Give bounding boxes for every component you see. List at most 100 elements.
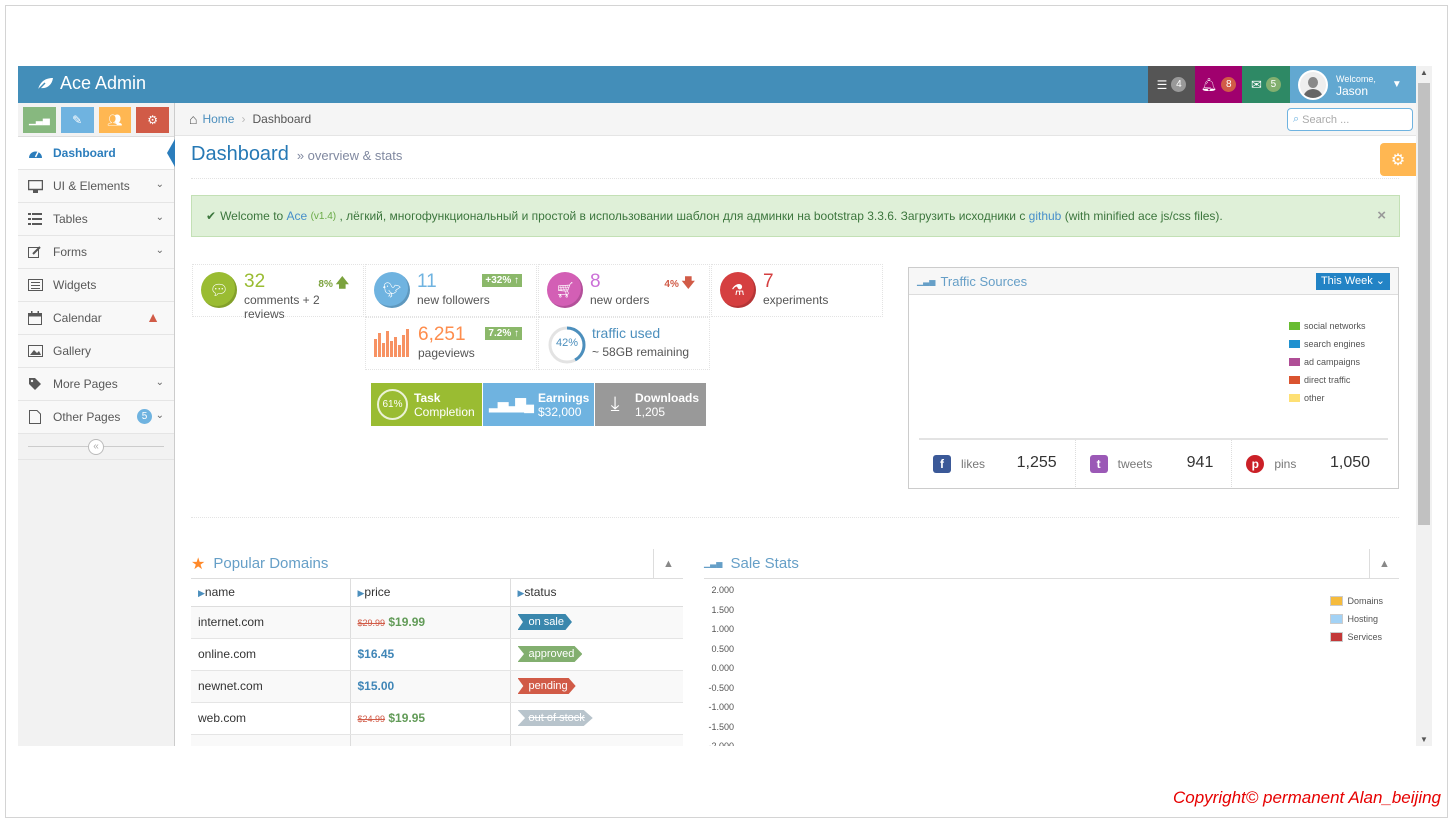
- shortcut-pencil-button[interactable]: ✎: [60, 107, 94, 133]
- sidebar-item-gallery[interactable]: Gallery: [18, 335, 174, 368]
- sidebar-item-label: Gallery: [53, 344, 92, 358]
- window-scrollbar[interactable]: ▲ ▼: [1416, 66, 1432, 746]
- check-icon: ✔: [206, 209, 217, 223]
- scroll-up-icon[interactable]: ▲: [1420, 68, 1428, 77]
- search-input[interactable]: ⌕ Search ...: [1287, 108, 1413, 131]
- traffic-remaining: ~ 58GB remaining: [592, 345, 690, 359]
- pencil-icon: ✎: [72, 113, 83, 127]
- column-header-price[interactable]: ▶price: [350, 579, 511, 607]
- task-progress-ring: 61%: [377, 389, 408, 420]
- legend-item: Hosting: [1330, 610, 1383, 628]
- period-dropdown[interactable]: This Week ⌄: [1315, 273, 1390, 290]
- domain-name: internet.com: [191, 606, 351, 639]
- sidebar-item-more-pages[interactable]: More Pages ⌄: [18, 368, 174, 401]
- pageviews-badge: 7.2% ↑: [485, 327, 522, 340]
- domain-name: newnet.com: [191, 670, 351, 703]
- envelope-icon: ✉: [1251, 76, 1262, 92]
- status-badge: pending: [517, 678, 576, 694]
- shopping-cart-icon: 🛒︎: [547, 272, 583, 308]
- alert-github-link[interactable]: github: [1029, 209, 1062, 223]
- infobox-followers: 🐦︎ 11 new followers +32% ↑: [365, 264, 537, 317]
- shortcut-cogs-button[interactable]: ⚙: [136, 107, 169, 133]
- legend-swatch: [1289, 394, 1300, 402]
- tile-earnings[interactable]: ▂▅▃▇▄ Earnings $32,000: [483, 383, 594, 426]
- breadcrumb: ⌂ Home › Dashboard ⌕ Search ...: [175, 103, 1416, 136]
- alert-text3: (with minified ace js/css files).: [1064, 209, 1223, 223]
- tasks-badge: 4: [1171, 77, 1187, 92]
- sidebar-item-forms[interactable]: Forms ⌄: [18, 236, 174, 269]
- search-placeholder: Search ...: [1302, 113, 1350, 126]
- followers-value: 11: [417, 271, 437, 292]
- orders-label: new orders: [590, 293, 650, 307]
- top-navbar: Ace Admin ☰ 4 🔔︎ 8 ✉ 5 Welcome, Jason ▼: [18, 66, 1416, 103]
- settings-toggle-button[interactable]: ⚙: [1380, 143, 1416, 176]
- domain-price: $15.00: [357, 679, 395, 693]
- domain-name: web.com: [191, 702, 351, 735]
- shortcut-signal-button[interactable]: ▁▃▅: [23, 107, 56, 133]
- breadcrumb-home-link[interactable]: Home: [202, 112, 234, 126]
- pageviews-label: pageviews: [418, 346, 475, 360]
- domain-name: online.com: [191, 638, 351, 671]
- collapse-widget-button[interactable]: ▲: [653, 549, 683, 579]
- domain-status-cell: approved: [510, 638, 683, 671]
- infobox-experiments: ⚗ 7 experiments: [711, 264, 883, 317]
- list-icon: [27, 211, 43, 227]
- table-row: web.com $24.99 $19.95 out of stock: [191, 702, 683, 735]
- messages-button[interactable]: ✉ 5: [1242, 66, 1290, 103]
- sidebar-item-ui-elements[interactable]: UI & Elements ⌄: [18, 170, 174, 203]
- column-header-label: price: [364, 585, 391, 600]
- pageviews-badge-text: 7.2%: [488, 328, 512, 339]
- notifications-button[interactable]: 🔔︎ 8: [1195, 66, 1242, 103]
- legend-item: search engines: [1289, 335, 1366, 353]
- brand[interactable]: Ace Admin: [36, 73, 146, 94]
- table-row: internet.com $29.99 $19.99 on sale: [191, 606, 683, 639]
- twitter-icon: 🐦︎: [374, 272, 410, 308]
- period-label: This Week: [1320, 275, 1373, 287]
- sidebar-item-calendar[interactable]: Calendar ▲: [18, 302, 174, 335]
- legend-label: other: [1304, 393, 1325, 403]
- tachometer-icon: [27, 145, 43, 161]
- domains-table: ▶name ▶price ▶status internet.com $29.99…: [191, 579, 683, 746]
- chevron-down-icon: ⌄: [155, 245, 164, 256]
- sparkline-icon: [374, 329, 409, 357]
- column-header-status[interactable]: ▶status: [510, 579, 683, 607]
- other-pages-badge: 5: [137, 409, 152, 424]
- sidebar-collapse-toggle[interactable]: «: [18, 434, 174, 460]
- tweets-label: tweets: [1117, 456, 1153, 471]
- sidebar-item-label: Tables: [53, 212, 88, 226]
- shortcut-users-button[interactable]: 👥︎: [98, 107, 132, 133]
- downloads-sub: 1,205: [635, 404, 666, 419]
- legend-label: ad campaigns: [1304, 357, 1361, 367]
- followers-badge-text: +32%: [485, 275, 512, 286]
- collapse-widget-button[interactable]: ▲: [1369, 549, 1399, 579]
- column-header-name[interactable]: ▶name: [191, 579, 351, 607]
- infobox-pageviews: 6,251 pageviews 7.2% ↑: [365, 317, 537, 370]
- task-title: Task: [414, 390, 441, 405]
- sidebar-item-tables[interactable]: Tables ⌄: [18, 203, 174, 236]
- sidebar-item-dashboard[interactable]: Dashboard: [18, 137, 175, 170]
- user-menu[interactable]: Welcome, Jason ▼: [1290, 66, 1416, 103]
- old-price: $24.99: [357, 714, 386, 724]
- tile-downloads[interactable]: ⤓ Downloads 1,205: [595, 383, 706, 426]
- sidebar-item-label: Calendar: [53, 311, 102, 325]
- sidebar-item-widgets[interactable]: Widgets: [18, 269, 174, 302]
- chevron-down-icon: ⌄: [155, 179, 164, 190]
- tile-task-completion[interactable]: 61% Task Completion: [371, 383, 482, 426]
- sidebar-item-other-pages[interactable]: Other Pages 5 ⌄: [18, 401, 174, 434]
- alert-ace: Ace: [286, 209, 308, 223]
- y-tick-label: 1.000: [711, 624, 734, 634]
- legend-swatch: [1330, 596, 1344, 606]
- search-icon: ⌕: [1293, 113, 1300, 125]
- close-icon[interactable]: ×: [1377, 207, 1386, 224]
- scroll-down-icon[interactable]: ▼: [1420, 735, 1428, 744]
- page-header: Dashboard » overview & stats: [191, 143, 1399, 179]
- tasks-button[interactable]: ☰ 4: [1148, 66, 1195, 103]
- welcome-alert: ✔ Welcome to Ace (v1.4) , лёгкий, многоф…: [191, 195, 1400, 237]
- scrollbar-thumb[interactable]: [1418, 83, 1430, 525]
- sidebar-item-label: UI & Elements: [53, 179, 130, 193]
- comments-label: comments + 2 reviews: [244, 293, 320, 321]
- earnings-sub: $32,000: [538, 404, 582, 419]
- downloads-title: Downloads: [635, 390, 700, 405]
- likes-label: likes: [961, 456, 986, 471]
- orders-badge: 4% 🡇: [664, 274, 695, 296]
